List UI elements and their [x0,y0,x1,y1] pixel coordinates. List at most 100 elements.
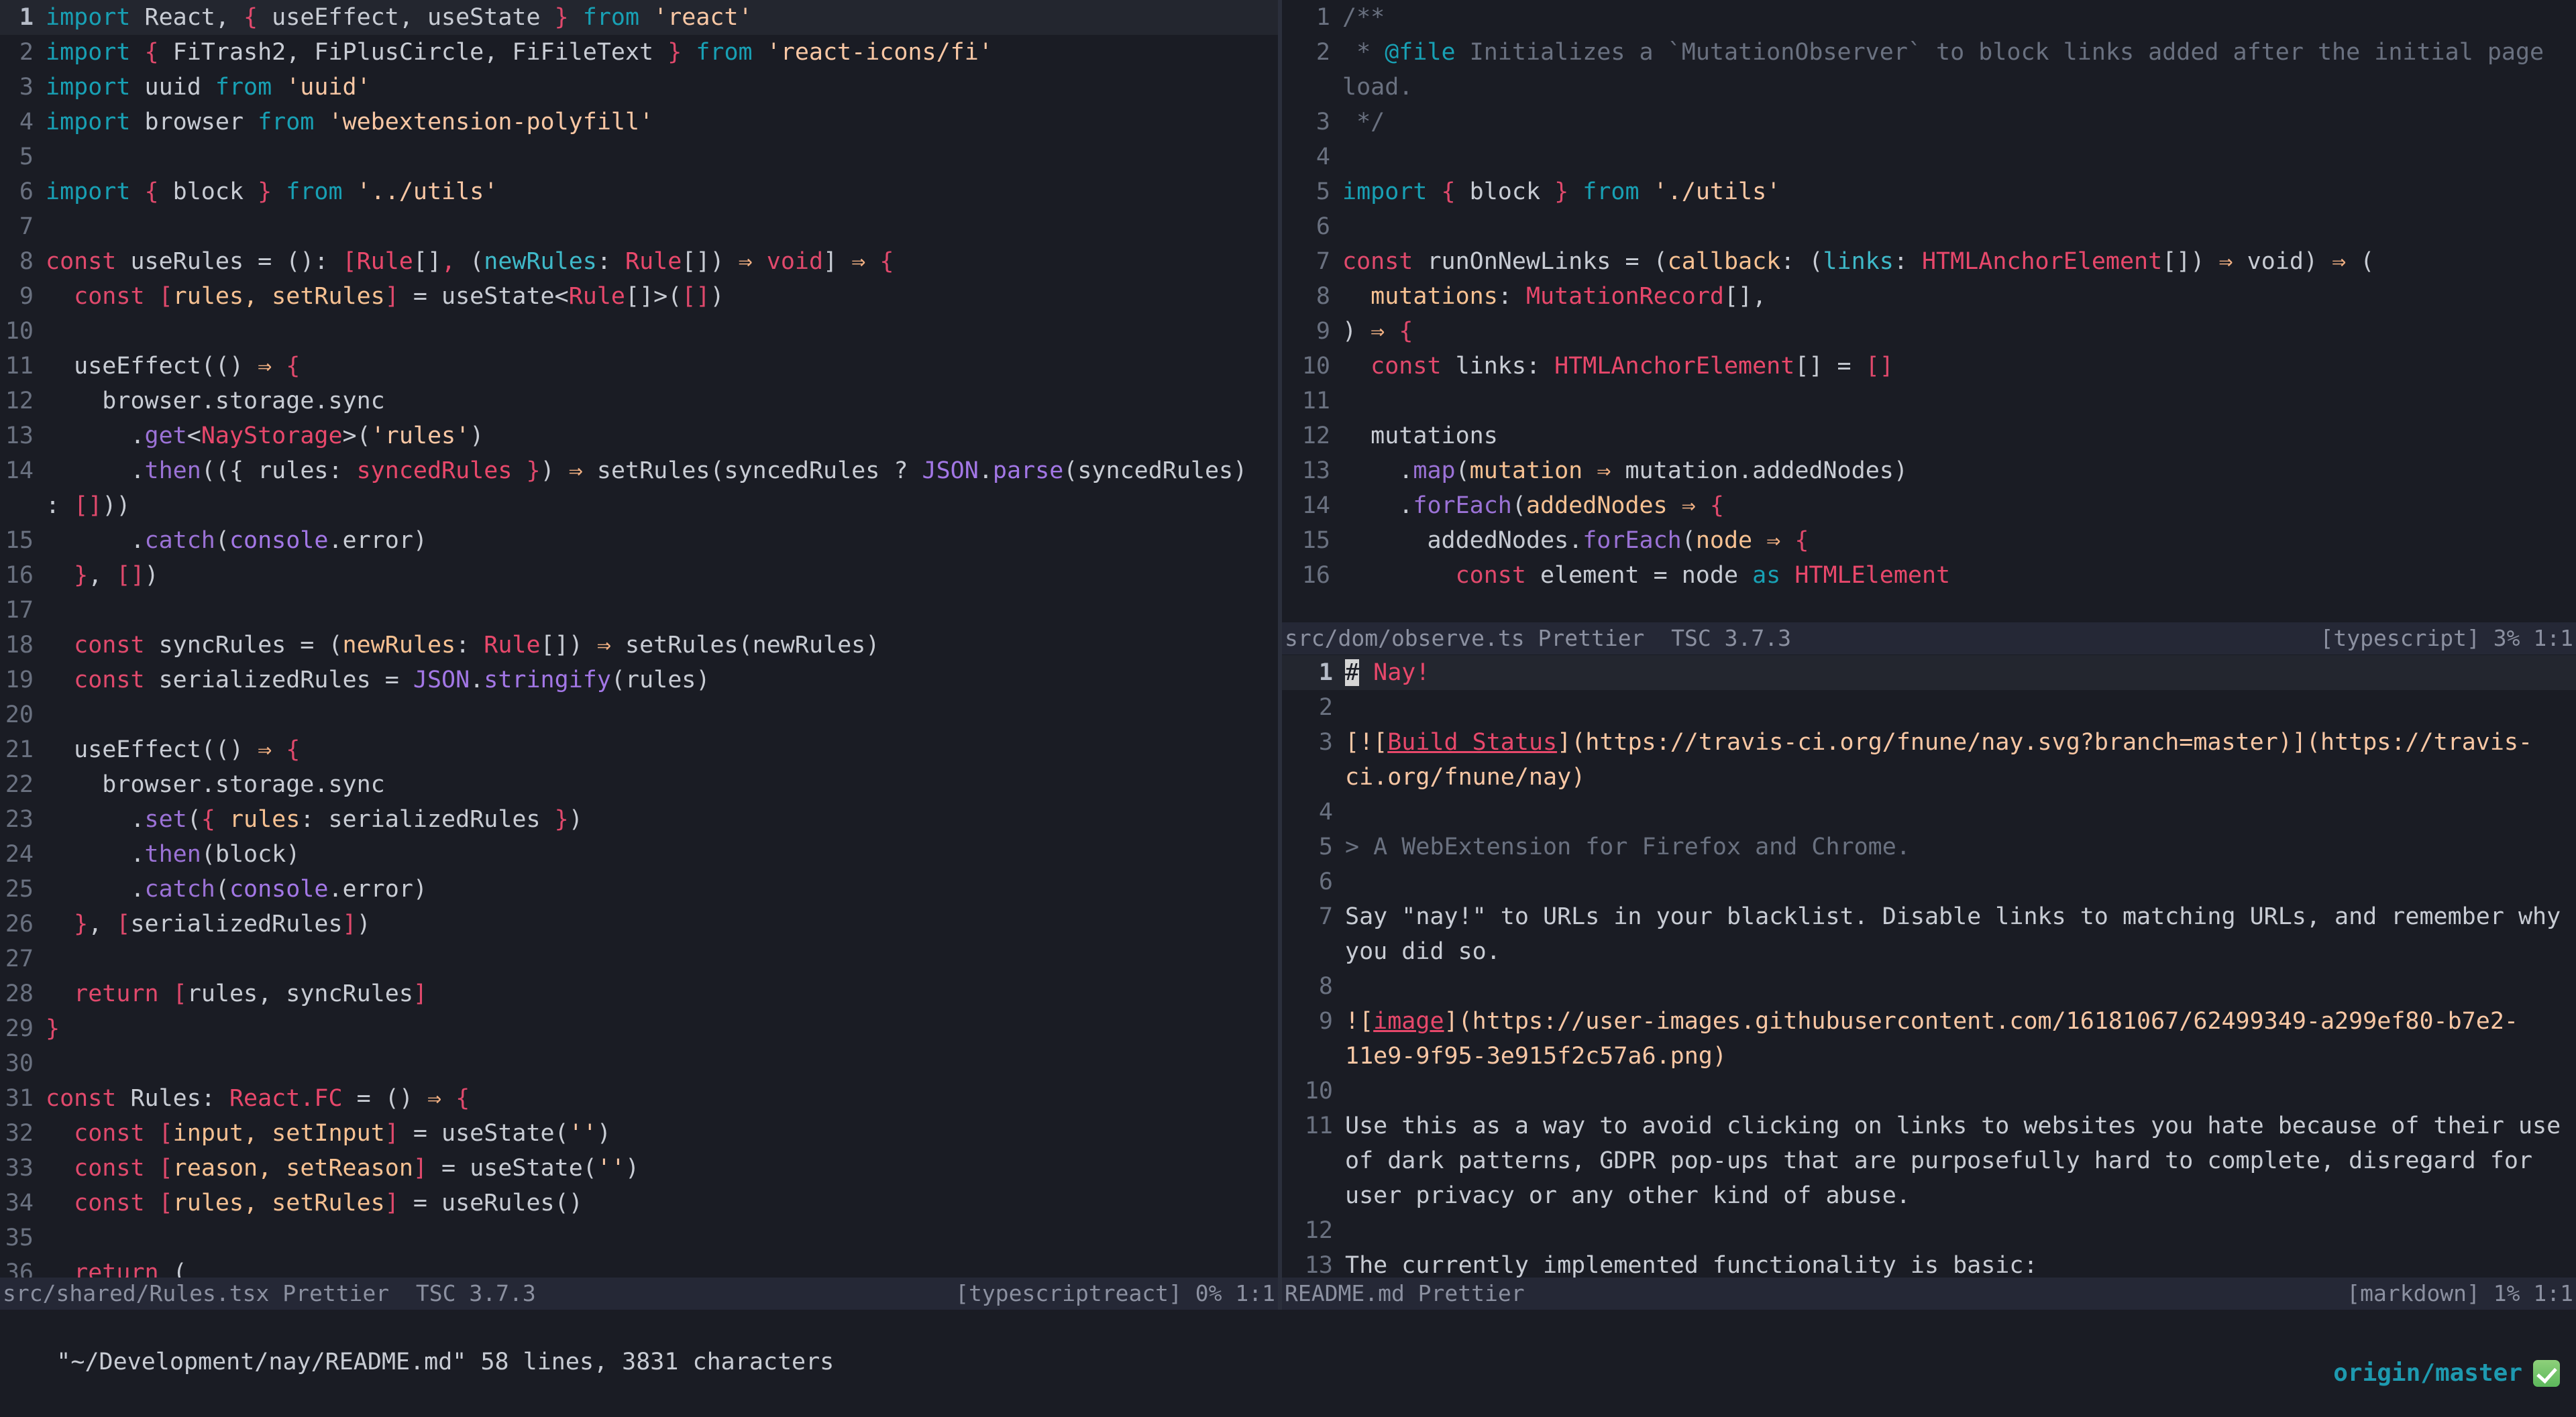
code-line-text[interactable]: The currently implemented functionality … [1345,1248,2576,1278]
code-line-text[interactable] [1345,1074,2576,1109]
code-line-text[interactable]: .then(block) [46,837,1278,872]
code-line-text[interactable]: import uuid from 'uuid' [46,70,1278,105]
code-line[interactable]: 2 import { FiTrash2, FiPlusCircle, FiFile… [0,35,1278,70]
editor-pane-rules-tsx[interactable]: 1 import React, { useEffect, useState } f… [0,0,1278,1278]
code-line[interactable]: 9 const [rules, setRules] = useState<Rul… [0,279,1278,314]
code-line-text[interactable]: > A WebExtension for Firefox and Chrome. [1345,830,2576,864]
code-line-text[interactable] [1342,384,2576,418]
code-line[interactable]: 9) ⇒ { [1282,314,2576,349]
code-line[interactable]: 28 return [rules, syncRules] [0,976,1278,1011]
code-line[interactable]: 21 useEffect(() ⇒ { [0,732,1278,767]
code-line[interactable]: 27 [0,942,1278,976]
code-line-text[interactable]: } [46,1011,1278,1046]
code-line[interactable]: 1 import React, { useEffect, useState } f… [0,0,1278,35]
code-line[interactable]: 33 const [reason, setReason] = useState(… [0,1151,1278,1186]
code-line-text[interactable]: .then(({ rules: syncedRules }) ⇒ setRule… [46,453,1278,523]
code-line-text[interactable]: const serializedRules = JSON.stringify(r… [46,663,1278,697]
code-line-text[interactable]: .map(mutation ⇒ mutation.addedNodes) [1342,453,2576,488]
code-line[interactable]: 12 [1282,1213,2576,1248]
code-line-text[interactable]: */ [1342,105,2576,139]
code-line-text[interactable]: ![image](https://user-images.githubuserc… [1345,1004,2576,1074]
code-line[interactable]: 30 [0,1046,1278,1081]
code-line[interactable]: 5 import { block } from './utils' [1282,174,2576,209]
code-line-text[interactable]: # Nay! [1345,655,2576,690]
code-line-text[interactable]: const useRules = (): [Rule[], (newRules:… [46,244,1278,279]
code-line-text[interactable]: .catch(console.error) [46,523,1278,558]
code-line-text[interactable] [46,942,1278,976]
code-line[interactable]: 10 const links: HTMLAnchorElement[] = [] [1282,349,2576,384]
code-line[interactable]: 23 .set({ rules: serializedRules }) [0,802,1278,837]
code-line[interactable]: 3 */ [1282,105,2576,139]
code-line[interactable]: 6 [1282,209,2576,244]
code-line[interactable]: 4 [1282,795,2576,830]
editor-pane-observe-ts[interactable]: 1 /** 2 * @file Initializes a `MutationObs… [1282,0,2576,622]
code-line[interactable]: 1 # Nay! [1282,655,2576,690]
code-line[interactable]: 12 mutations [1282,418,2576,453]
code-area-readme-md[interactable]: 1 # Nay! 2 3 [![Build Status](https://travi… [1282,655,2576,1278]
code-line-text[interactable]: [![Build Status](https://travis-ci.org/f… [1345,725,2576,795]
code-line[interactable]: 4 import browser from 'webextension-polyf… [0,105,1278,139]
code-line[interactable]: 10 [1282,1074,2576,1109]
code-line[interactable]: 6 import { block } from '../utils' [0,174,1278,209]
code-line-text[interactable] [46,1046,1278,1081]
code-line[interactable]: 2 * @file Initializes a `MutationObserve… [1282,35,2576,105]
code-line[interactable]: 15 addedNodes.forEach(node ⇒ { [1282,523,2576,558]
code-line[interactable]: 14 .then(({ rules: syncedRules }) ⇒ setR… [0,453,1278,523]
code-line-text[interactable] [46,1221,1278,1255]
code-line-text[interactable]: import { block } from './utils' [1342,174,2576,209]
code-line[interactable]: 13 The currently implemented functionalit… [1282,1248,2576,1278]
code-line[interactable]: 3 [![Build Status](https://travis-ci.org/… [1282,725,2576,795]
code-line[interactable]: 35 [0,1221,1278,1255]
code-line-text[interactable] [1345,1213,2576,1248]
code-line[interactable]: 5 > A WebExtension for Firefox and Chrome… [1282,830,2576,864]
code-line-text[interactable]: const element = node as HTMLElement [1342,558,2576,593]
code-line-text[interactable] [1342,139,2576,174]
code-line[interactable]: 12 browser.storage.sync [0,384,1278,418]
code-line[interactable]: 36 return ( [0,1255,1278,1278]
code-line[interactable]: 7 Say "nay!" to URLs in your blacklist. D… [1282,899,2576,969]
code-line[interactable]: 13 .map(mutation ⇒ mutation.addedNodes) [1282,453,2576,488]
code-line-text[interactable]: .set({ rules: serializedRules }) [46,802,1278,837]
code-line-text[interactable] [1345,969,2576,1004]
code-line-text[interactable]: browser.storage.sync [46,384,1278,418]
code-line-text[interactable]: Say "nay!" to URLs in your blacklist. Di… [1345,899,2576,969]
code-line-text[interactable]: const runOnNewLinks = (callback: (links:… [1342,244,2576,279]
code-line-text[interactable]: .forEach(addedNodes ⇒ { [1342,488,2576,523]
code-line[interactable]: 9 ![image](https://user-images.githubuser… [1282,1004,2576,1074]
code-line[interactable]: 22 browser.storage.sync [0,767,1278,802]
code-line[interactable]: 8 mutations: MutationRecord[], [1282,279,2576,314]
code-line-text[interactable] [46,209,1278,244]
code-line-text[interactable] [46,314,1278,349]
code-line[interactable]: 32 const [input, setInput] = useState(''… [0,1116,1278,1151]
code-line-text[interactable]: const Rules: React.FC = () ⇒ { [46,1081,1278,1116]
code-line-text[interactable]: import { FiTrash2, FiPlusCircle, FiFileT… [46,35,1278,70]
code-line[interactable]: 25 .catch(console.error) [0,872,1278,907]
code-line-text[interactable]: useEffect(() ⇒ { [46,349,1278,384]
code-line[interactable]: 3 import uuid from 'uuid' [0,70,1278,105]
code-line-text[interactable]: browser.storage.sync [46,767,1278,802]
code-line[interactable]: 6 [1282,864,2576,899]
code-line-text[interactable]: const syncRules = (newRules: Rule[]) ⇒ s… [46,628,1278,663]
code-line[interactable]: 18 const syncRules = (newRules: Rule[]) … [0,628,1278,663]
code-line-text[interactable]: }, []) [46,558,1278,593]
code-line-text[interactable]: }, [serializedRules]) [46,907,1278,942]
code-line-text[interactable]: return [rules, syncRules] [46,976,1278,1011]
code-line[interactable]: 11 useEffect(() ⇒ { [0,349,1278,384]
code-line[interactable]: 19 const serializedRules = JSON.stringif… [0,663,1278,697]
code-line[interactable]: 8 [1282,969,2576,1004]
code-line-text[interactable] [1342,209,2576,244]
code-line[interactable]: 16 }, []) [0,558,1278,593]
code-line-text[interactable]: import browser from 'webextension-polyfi… [46,105,1278,139]
code-line[interactable]: 34 const [rules, setRules] = useRules() [0,1186,1278,1221]
code-line-text[interactable]: import React, { useEffect, useState } fr… [46,0,1278,35]
code-line[interactable]: 31 const Rules: React.FC = () ⇒ { [0,1081,1278,1116]
command-line-message[interactable]: "~/Development/nay/README.md" 58 lines, … [0,1310,1610,1414]
code-line-text[interactable] [1345,795,2576,830]
code-line-text[interactable]: .get<NayStorage>('rules') [46,418,1278,453]
code-line[interactable]: 15 .catch(console.error) [0,523,1278,558]
code-line[interactable]: 8 const useRules = (): [Rule[], (newRules… [0,244,1278,279]
code-line[interactable]: 14 .forEach(addedNodes ⇒ { [1282,488,2576,523]
code-line-text[interactable]: const links: HTMLAnchorElement[] = [] [1342,349,2576,384]
code-line-text[interactable]: useEffect(() ⇒ { [46,732,1278,767]
code-line-text[interactable]: import { block } from '../utils' [46,174,1278,209]
